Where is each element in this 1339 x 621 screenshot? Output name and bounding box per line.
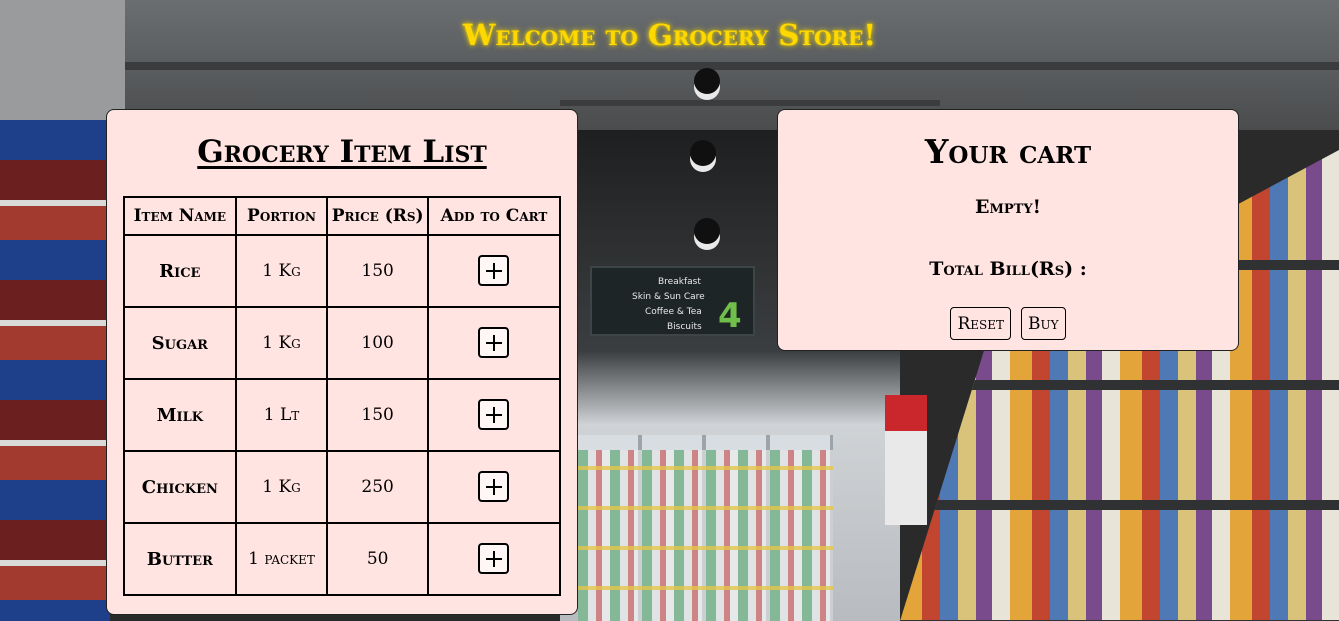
reset-button[interactable]: Reset	[950, 307, 1011, 340]
add-rice-button[interactable]	[478, 255, 510, 287]
aisle-number: 4	[718, 296, 742, 336]
ceiling-light	[694, 68, 720, 94]
add-milk-button[interactable]	[478, 399, 510, 431]
plus-icon	[485, 478, 502, 495]
table-row: Chicken 1 Kg 250	[123, 450, 562, 524]
add-sugar-button[interactable]	[478, 327, 510, 359]
plus-icon	[485, 550, 502, 567]
item-portion: 1 Kg	[234, 306, 329, 380]
fridge-shelves	[578, 440, 833, 621]
ceiling-beam	[125, 62, 1339, 70]
table-row: Milk 1 Lt 150	[123, 378, 562, 452]
add-to-cart-cell	[426, 306, 562, 380]
grocery-list-heading: Grocery Item List	[197, 134, 487, 170]
left-shelf	[0, 120, 110, 621]
add-to-cart-cell	[426, 522, 562, 596]
table-row: Sugar 1 Kg 100	[123, 306, 562, 380]
table-row: Butter 1 packet 50	[123, 522, 562, 596]
item-price: 250	[326, 450, 429, 524]
item-portion: 1 Lt	[234, 378, 329, 452]
buy-button[interactable]: Buy	[1021, 307, 1066, 340]
item-name: Milk	[123, 378, 237, 452]
column-header-add-to-cart: Add to Cart	[426, 196, 562, 236]
cart-panel: Your cart Empty! Total Bill(Rs) : Reset …	[777, 109, 1239, 351]
item-price: 150	[326, 234, 429, 308]
item-portion: 1 packet	[234, 522, 329, 596]
item-portion: 1 Kg	[234, 234, 329, 308]
plus-icon	[485, 334, 502, 351]
aisle-sign-line: Coffee & Tea	[645, 307, 702, 317]
add-butter-button[interactable]	[478, 543, 510, 575]
cart-heading: Your cart	[924, 132, 1092, 171]
item-name: Butter	[123, 522, 237, 596]
add-to-cart-cell	[426, 234, 562, 308]
aisle-sign-line: Breakfast	[658, 277, 701, 287]
item-name: Chicken	[123, 450, 237, 524]
ceiling-light	[694, 218, 720, 244]
grocery-table: Item Name Portion Price (Rs) Add to Cart…	[123, 196, 562, 596]
column-header-price: Price (Rs)	[326, 196, 429, 236]
ceiling-beam	[560, 100, 940, 106]
item-price: 50	[326, 522, 429, 596]
price-card	[885, 395, 927, 525]
add-to-cart-cell	[426, 450, 562, 524]
aisle-sign-line: Skin & Sun Care	[632, 292, 705, 302]
total-bill-label: Total Bill(Rs) :	[929, 258, 1087, 280]
aisle-sign-line: Biscuits	[667, 322, 702, 332]
cart-status: Empty!	[975, 196, 1041, 218]
add-chicken-button[interactable]	[478, 471, 510, 503]
column-header-item-name: Item Name	[123, 196, 237, 236]
plus-icon	[485, 406, 502, 423]
item-name: Sugar	[123, 306, 237, 380]
page-title: Welcome to Grocery Store!	[462, 18, 877, 52]
add-to-cart-cell	[426, 378, 562, 452]
plus-icon	[485, 262, 502, 279]
ceiling-light	[690, 140, 716, 166]
table-header-row: Item Name Portion Price (Rs) Add to Cart	[123, 196, 562, 236]
grocery-list-panel: Grocery Item List Item Name Portion Pric…	[106, 109, 578, 615]
column-header-portion: Portion	[234, 196, 329, 236]
cart-actions: Reset Buy	[778, 307, 1238, 340]
item-price: 100	[326, 306, 429, 380]
item-portion: 1 Kg	[234, 450, 329, 524]
table-row: Rice 1 Kg 150	[123, 234, 562, 308]
item-name: Rice	[123, 234, 237, 308]
item-price: 150	[326, 378, 429, 452]
